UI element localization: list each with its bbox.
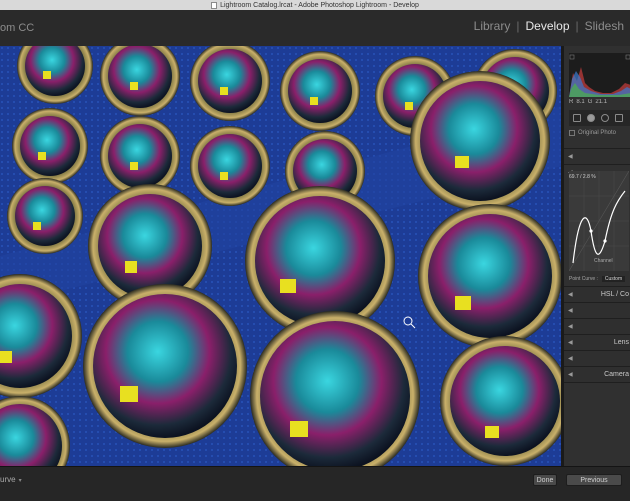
panel-lens[interactable]: ◀ Lens: [564, 334, 630, 351]
panel-collapsed-4[interactable]: ◀: [564, 350, 630, 367]
window-title: Lightroom Catalog.lrcat - Adobe Photosho…: [220, 1, 419, 9]
panel-camera[interactable]: ◀ Camera: [564, 366, 630, 383]
disclosure-triangle-icon: ◀: [568, 154, 573, 160]
g-value: 21.1: [595, 99, 608, 105]
tool-strip: [569, 110, 630, 126]
disclosure-triangle-icon: ◀: [568, 340, 573, 346]
module-picker: Library | Develop | Slidesh: [468, 19, 630, 33]
panel-collapsed-3[interactable]: ◀: [564, 318, 630, 335]
document-icon: [211, 1, 218, 9]
original-photo-label: Original Photo: [578, 130, 617, 136]
photo-canvas[interactable]: [0, 46, 562, 466]
dropdown-arrow-icon[interactable]: ▾: [19, 478, 22, 484]
panel-hsl-label: HSL: [600, 291, 615, 298]
red-eye-icon[interactable]: [601, 114, 609, 122]
original-photo-checkbox[interactable]: [569, 130, 575, 136]
disclosure-triangle-icon: ◀: [568, 292, 573, 298]
photo-image: [0, 46, 562, 466]
point-curve-select[interactable]: Custom: [601, 276, 626, 282]
disclosure-triangle-icon: ◀: [568, 372, 573, 378]
tone-curve-graph[interactable]: [569, 171, 629, 271]
spot-removal-icon[interactable]: [587, 114, 595, 122]
rgb-readout: R 8.1 G 21.1: [569, 99, 630, 108]
histogram-graph: [569, 54, 630, 97]
disclosure-triangle-icon: ◀: [568, 324, 573, 330]
module-develop[interactable]: Develop: [519, 19, 575, 33]
module-slideshow[interactable]: Slidesh: [579, 19, 630, 33]
point-curve-label: Point Curve :: [569, 276, 598, 282]
right-panel: R 8.1 G 21.1 Original Photo ◀ ◀ 69.: [563, 46, 630, 467]
panel-hsl[interactable]: ◀ HSL / Co: [564, 286, 630, 303]
curve-channel-label: Channel: [594, 258, 613, 264]
panel-header-collapsed[interactable]: ◀: [564, 148, 630, 165]
panel-lens-label: Lens: [613, 339, 629, 346]
disclosure-triangle-icon: ◀: [568, 308, 573, 314]
disclosure-triangle-icon: ◀: [568, 356, 573, 362]
done-button[interactable]: Done: [533, 474, 557, 486]
histogram: [569, 53, 630, 97]
r-label: R: [569, 99, 574, 105]
module-library[interactable]: Library: [468, 19, 517, 33]
panel-camera-label: Camera: [604, 371, 629, 378]
app-name: om CC: [0, 22, 35, 34]
graduated-filter-icon[interactable]: [615, 114, 623, 122]
r-value: 8.1: [576, 99, 585, 105]
original-photo-row: Original Photo: [569, 128, 630, 138]
crop-tool-icon[interactable]: [573, 114, 581, 122]
previous-button[interactable]: Previous: [566, 474, 622, 486]
curve-point-value: 69.7 / 2.8 %: [569, 174, 596, 180]
panel-empty-area: [564, 382, 630, 467]
view-label-text: urve: [0, 475, 16, 484]
g-label: G: [587, 99, 593, 105]
panel-collapsed-2[interactable]: ◀: [564, 302, 630, 319]
view-label: urve ▾: [0, 475, 22, 484]
panel-hsl-suffix: / Co: [614, 291, 629, 298]
bottom-toolbar: urve ▾ Done Previous: [0, 466, 630, 501]
tone-curve-svg: [569, 171, 629, 271]
point-curve-row: Point Curve : Custom: [569, 274, 630, 284]
